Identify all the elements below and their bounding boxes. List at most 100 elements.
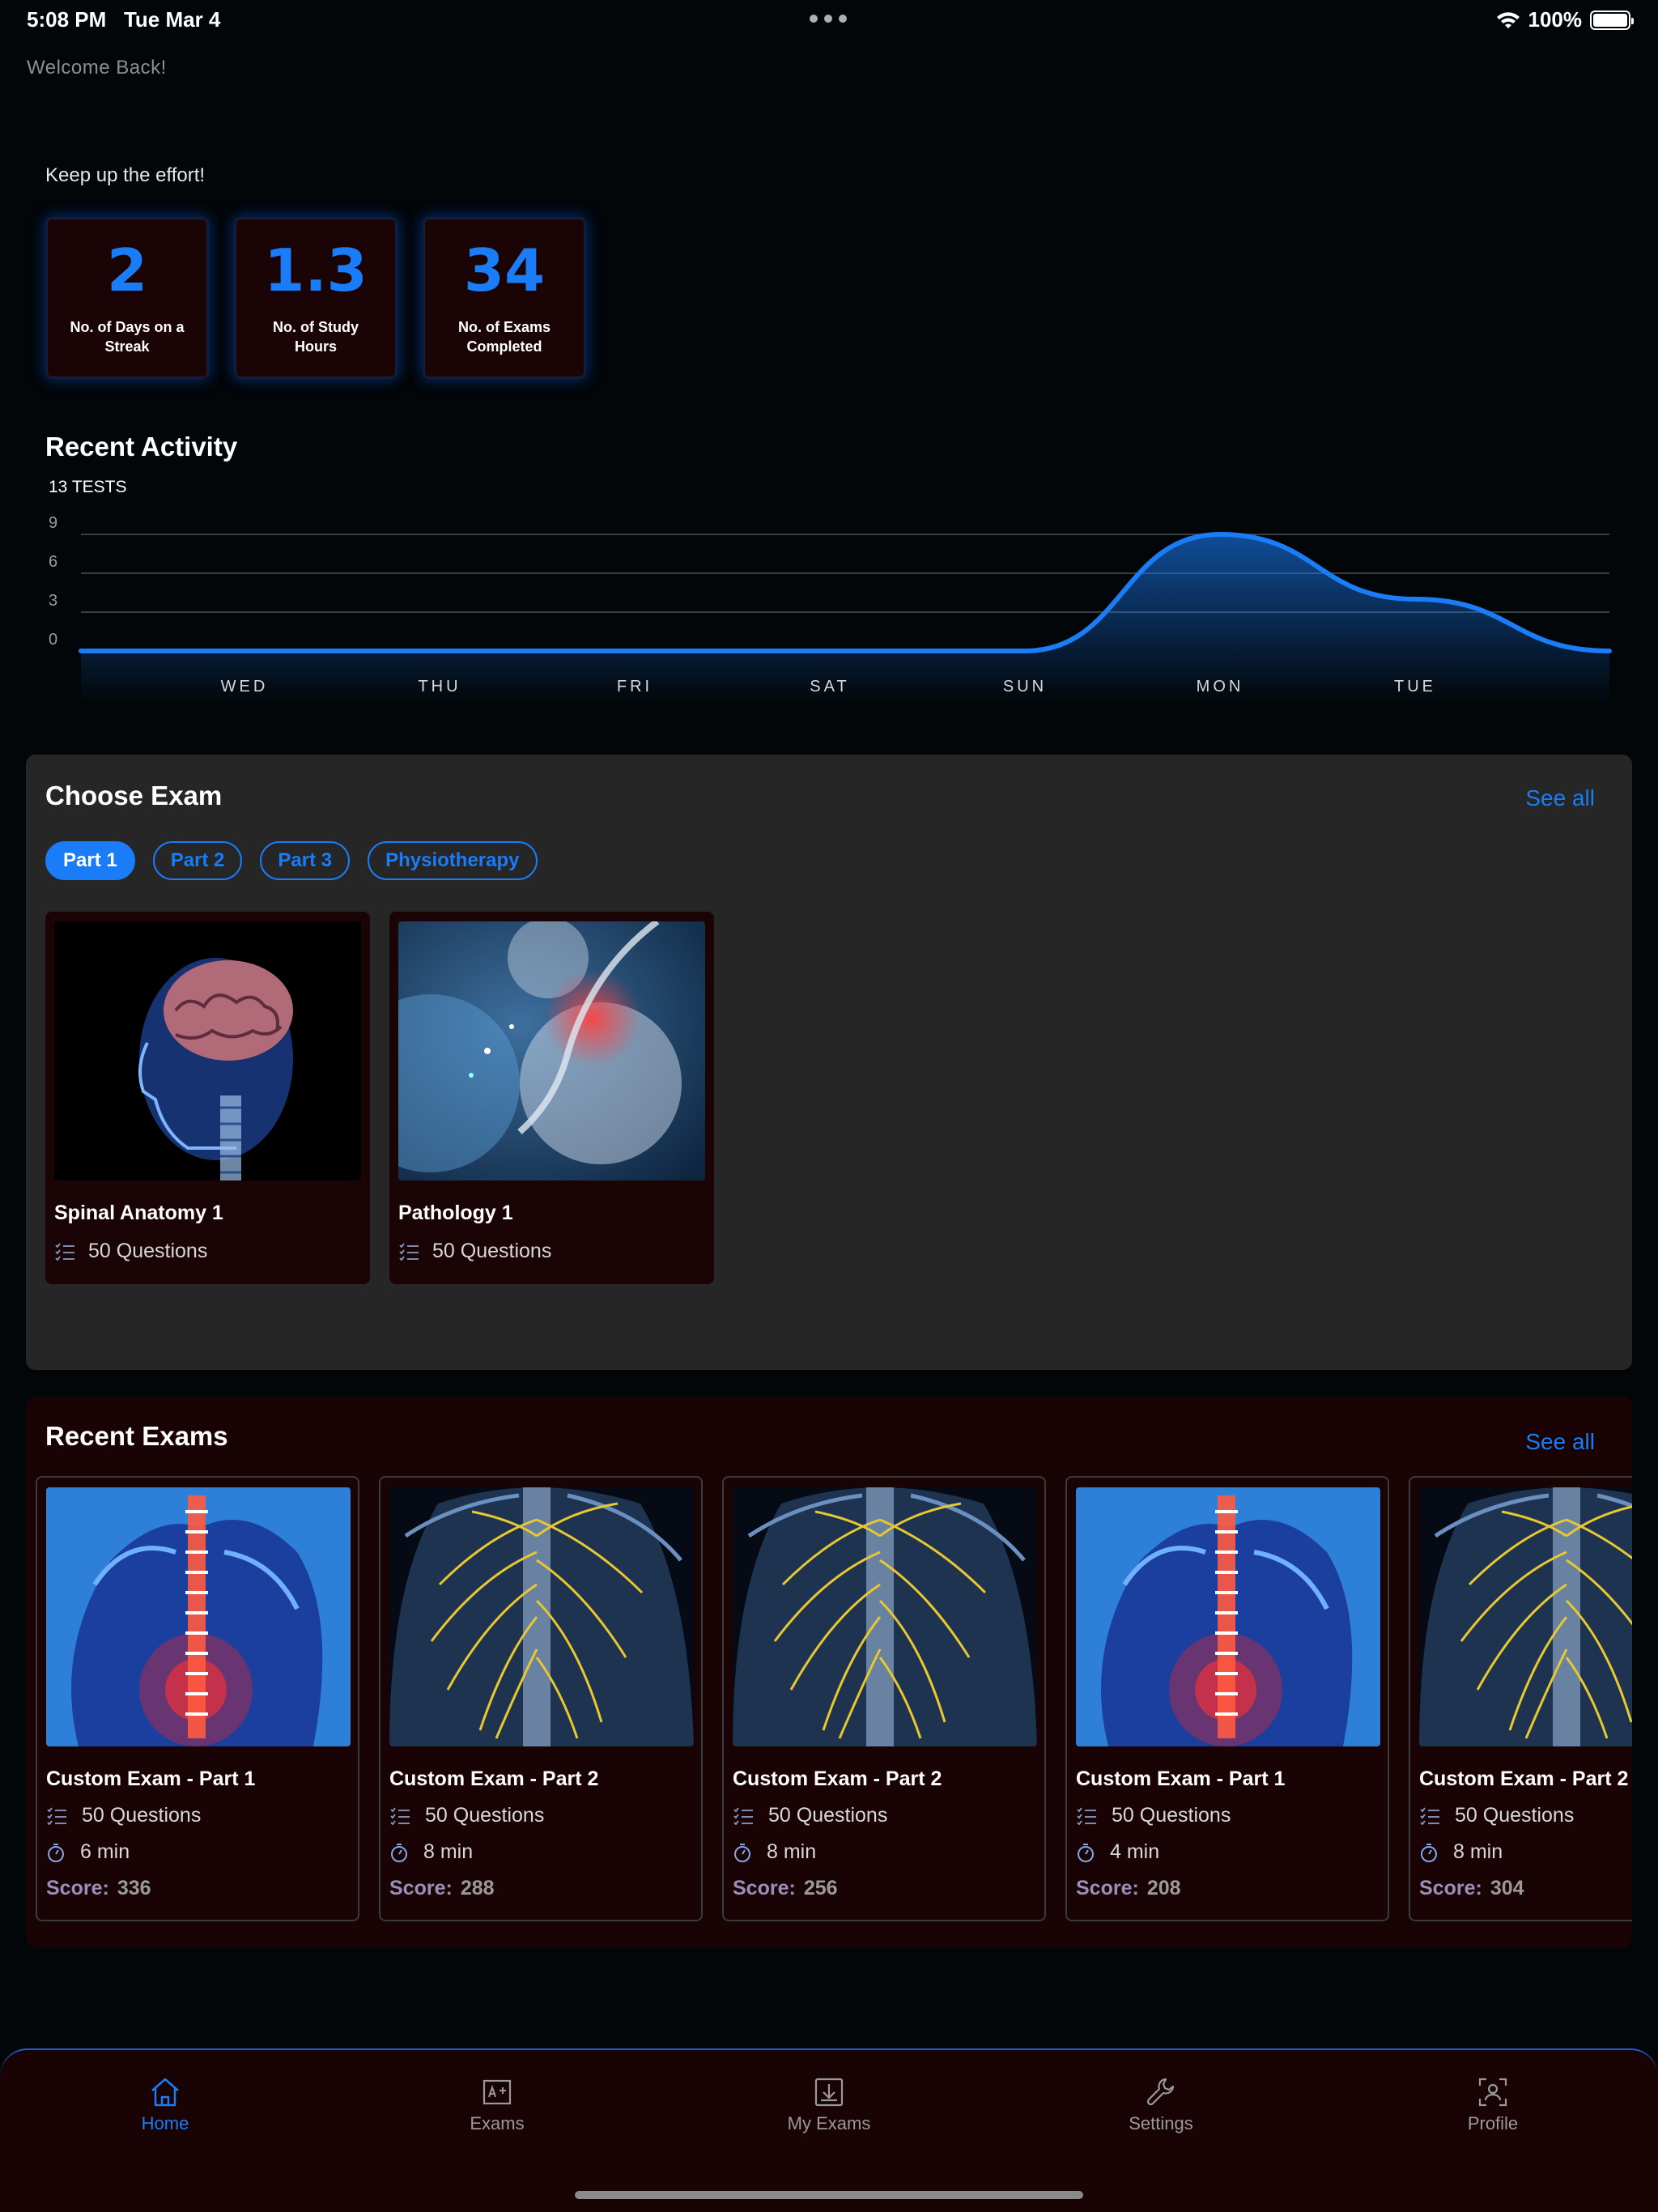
stat-label: No. of Days on a Streak: [70, 319, 185, 355]
question-count: 50 Questions: [432, 1240, 552, 1262]
x-tick-label: SAT: [810, 678, 849, 696]
question-count-row: 50 Questions: [1419, 1804, 1632, 1827]
date: Tue Mar 4: [123, 7, 221, 32]
score-label: Score:: [389, 1877, 453, 1899]
tab-settings[interactable]: Settings: [1080, 2074, 1242, 2134]
home-icon: [151, 2078, 179, 2107]
profile-icon: [1478, 2078, 1507, 2107]
filter-part-2[interactable]: Part 2: [152, 841, 243, 880]
timer-icon: [734, 1843, 750, 1862]
motivation-text: Keep up the effort!: [45, 164, 206, 186]
status-time: 5:08 PM Tue Mar 4: [27, 7, 220, 32]
filter-part-1[interactable]: Part 1: [45, 841, 135, 880]
recent-exam-card[interactable]: Custom Exam - Part 1 50 Questions 4 min Sco…: [1065, 1476, 1389, 1921]
stat-label: No. of Study Hours: [273, 319, 359, 355]
recent-exam-card[interactable]: Custom Exam - Part 2 50 Questions 8 min Sco…: [1409, 1476, 1632, 1921]
recent-exam-card[interactable]: Custom Exam - Part 2 50 Questions 8 min Sco…: [722, 1476, 1046, 1921]
timer-icon: [391, 1843, 407, 1862]
bottom-tab-bar: Home Exams My Exams Settings Profile: [0, 2048, 1658, 2212]
tab-label: Home: [141, 2113, 189, 2133]
score-value: 288: [460, 1877, 495, 1899]
choose-exam-panel: Choose Exam See all Part 1 Part 2 Part 3…: [26, 755, 1632, 1370]
question-count-row: 50 Questions: [54, 1240, 361, 1263]
list-icon: [399, 1242, 419, 1261]
wrench-icon: [1146, 2078, 1175, 2106]
welcome-text: Welcome Back!: [27, 57, 167, 79]
question-count-row: 50 Questions: [1076, 1804, 1379, 1827]
duration: 8 min: [767, 1840, 817, 1863]
list-icon: [1420, 1806, 1439, 1825]
cells-molecular-image: [398, 921, 705, 1180]
exam-card-pathology[interactable]: Pathology 1 50 Questions: [389, 912, 714, 1284]
score-value: 256: [803, 1877, 838, 1899]
tab-my-exams[interactable]: My Exams: [748, 2074, 910, 2134]
question-count-row: 50 Questions: [46, 1804, 349, 1827]
question-count: 50 Questions: [425, 1804, 545, 1827]
score-value: 208: [1146, 1877, 1181, 1899]
choose-exam-see-all-link[interactable]: See all: [1525, 785, 1595, 811]
exam-name: Custom Exam - Part 1: [46, 1767, 256, 1790]
score-value: 304: [1490, 1877, 1524, 1899]
recent-exams-title: Recent Exams: [45, 1421, 228, 1451]
stat-label: No. of Exams Completed: [457, 319, 551, 355]
recent-exam-card[interactable]: Custom Exam - Part 1 50 Questions 6 min Sco…: [36, 1476, 359, 1921]
score-row: Score: 256: [733, 1877, 1035, 1900]
tab-label: Profile: [1467, 2113, 1519, 2133]
filter-part-3[interactable]: Part 3: [260, 841, 351, 880]
duration-row: 6 min: [46, 1840, 349, 1864]
y-tick-label: 6: [49, 553, 57, 571]
tab-profile[interactable]: Profile: [1412, 2074, 1574, 2134]
exam-card-spinal-anatomy[interactable]: Spinal Anatomy 1 50 Questions: [45, 912, 370, 1284]
list-icon: [390, 1806, 410, 1825]
duration: 4 min: [1110, 1840, 1160, 1863]
x-tick-label: SUN: [1003, 678, 1047, 696]
exam-name: Custom Exam - Part 2: [389, 1767, 599, 1790]
question-count-row: 50 Questions: [733, 1804, 1035, 1827]
question-count: 50 Questions: [1112, 1804, 1231, 1827]
recent-exam-card[interactable]: Custom Exam - Part 2 50 Questions 8 min Sco…: [379, 1476, 703, 1921]
score-row: Score: 304: [1419, 1877, 1632, 1900]
status-bar: 5:08 PM Tue Mar 4 100%: [0, 0, 1658, 39]
nerves-back-image: [1419, 1487, 1632, 1746]
tab-home[interactable]: Home: [84, 2074, 246, 2134]
y-tick-label: 9: [49, 514, 57, 532]
score-label: Score:: [1419, 1877, 1482, 1899]
recent-exams-see-all-link[interactable]: See all: [1525, 1429, 1595, 1455]
home-indicator[interactable]: [575, 2191, 1083, 2199]
activity-chart: 0 3 6 9 WED THU FRI SAT SUN MON TUE: [0, 502, 1658, 704]
question-count: 50 Questions: [82, 1804, 202, 1827]
y-tick-label: 0: [49, 631, 57, 649]
tab-exams[interactable]: Exams: [416, 2074, 578, 2134]
duration: 8 min: [423, 1840, 474, 1863]
recent-exam-list: Custom Exam - Part 1 50 Questions 6 min Sco…: [36, 1476, 1632, 1921]
exam-name: Custom Exam - Part 2: [1419, 1767, 1629, 1790]
filter-physiotherapy[interactable]: Physiotherapy: [368, 841, 538, 880]
score-row: Score: 208: [1076, 1877, 1379, 1900]
nerves-back-image: [389, 1487, 694, 1746]
multitask-dots-icon[interactable]: [810, 15, 847, 23]
score-label: Score:: [733, 1877, 796, 1899]
x-tick-label: THU: [418, 678, 461, 696]
battery-percent: 100%: [1528, 7, 1583, 32]
exam-name: Custom Exam - Part 2: [733, 1767, 942, 1790]
question-count-row: 50 Questions: [389, 1804, 692, 1827]
recent-exams-panel: Recent Exams See all Custom Exam - Part …: [26, 1397, 1632, 1947]
exam-filter-tabs: Part 1 Part 2 Part 3 Physiotherapy: [45, 841, 538, 880]
question-count: 50 Questions: [768, 1804, 888, 1827]
exam-name: Pathology 1: [398, 1202, 513, 1224]
duration: 6 min: [80, 1840, 130, 1863]
x-tick-label: FRI: [617, 678, 653, 696]
stat-streak: 2 No. of Days on a Streak: [45, 217, 209, 379]
clock: 5:08 PM: [27, 7, 107, 32]
tab-label: My Exams: [787, 2113, 871, 2133]
timer-icon: [1421, 1843, 1437, 1862]
battery-icon: [1590, 10, 1634, 30]
duration-row: 4 min: [1076, 1840, 1379, 1864]
activity-chart-svg: 0 3 6 9 WED THU FRI SAT SUN MON TUE: [49, 514, 1612, 704]
spine-pain-image: [1076, 1487, 1380, 1746]
tab-label: Exams: [470, 2113, 525, 2133]
tests-count: 13 TESTS: [49, 478, 127, 496]
score-value: 336: [117, 1877, 151, 1899]
exam-card-list: Spinal Anatomy 1 50 Questions Pathology …: [45, 912, 714, 1284]
exam-name: Custom Exam - Part 1: [1076, 1767, 1286, 1790]
